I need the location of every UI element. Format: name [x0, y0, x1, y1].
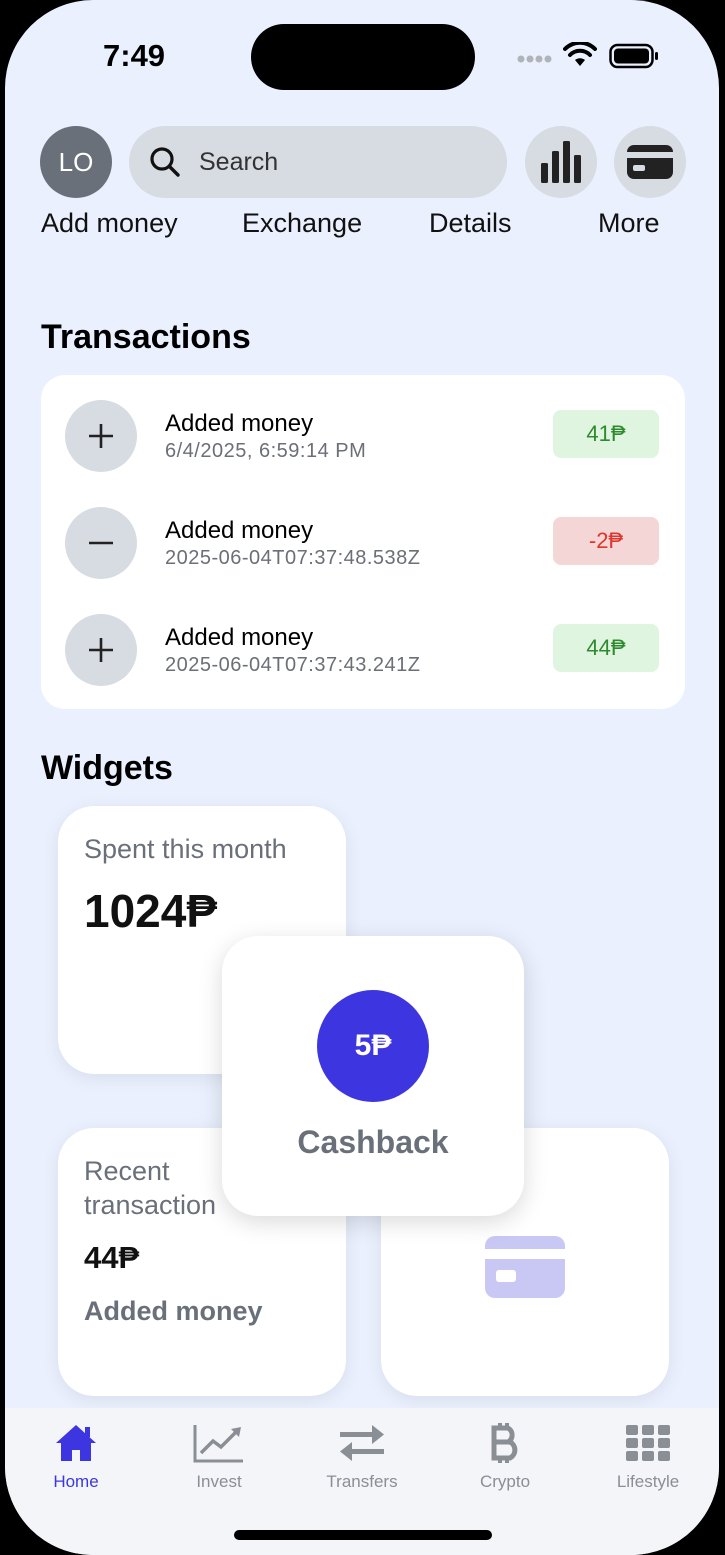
- cashback-label: Cashback: [297, 1124, 449, 1160]
- tab-label: Transfers: [326, 1472, 398, 1491]
- bar-chart-icon: [541, 141, 581, 183]
- quick-actions: Add money Exchange Details More: [5, 208, 719, 248]
- transaction-amount: 41₱: [553, 410, 659, 458]
- card-icon: [627, 145, 673, 179]
- signal-icon: [517, 55, 552, 63]
- transaction-date: 2025-06-04T07:37:48.538Z: [165, 547, 421, 569]
- top-header: LO: [5, 126, 719, 200]
- search-input[interactable]: [197, 146, 481, 178]
- home-indicator[interactable]: [234, 1530, 492, 1540]
- transaction-row[interactable]: Added money 2025-06-04T07:37:48.538Z -2₱: [41, 507, 685, 614]
- wifi-icon: [563, 42, 597, 66]
- exchange-button[interactable]: Exchange: [242, 208, 362, 239]
- transaction-title: Added money: [165, 410, 314, 437]
- recent-label-line2: transaction: [84, 1190, 217, 1220]
- status-time: 7:49: [103, 38, 166, 73]
- plus-icon: [65, 614, 137, 686]
- search-icon: [150, 147, 180, 177]
- transaction-date: 2025-06-04T07:37:43.241Z: [165, 654, 421, 676]
- add-money-button[interactable]: Add money: [41, 208, 178, 239]
- transfer-icon: [340, 1425, 384, 1461]
- recent-label-line1: Recent: [84, 1156, 170, 1186]
- transactions-card: Added money 6/4/2025, 6:59:14 PM 41₱ Add…: [41, 375, 685, 709]
- dynamic-island: [251, 24, 475, 90]
- tab-label: Lifestyle: [616, 1472, 680, 1491]
- transaction-row[interactable]: Added money 6/4/2025, 6:59:14 PM 41₱: [41, 400, 685, 507]
- chart-line-icon: [193, 1425, 243, 1463]
- spent-label: Spent this month: [84, 834, 287, 864]
- tab-label: Home: [53, 1472, 99, 1491]
- search-bar[interactable]: [129, 126, 507, 198]
- home-icon: [56, 1425, 96, 1461]
- tab-label: Crypto: [479, 1472, 531, 1491]
- status-bar: 7:49: [5, 0, 719, 110]
- card-icon: [485, 1236, 565, 1298]
- transaction-amount: -2₱: [553, 517, 659, 565]
- transaction-amount: 44₱: [553, 624, 659, 672]
- battery-icon: [609, 43, 658, 69]
- tab-label: Invest: [196, 1472, 242, 1491]
- cashback-widget[interactable]: 5₱ Cashback: [222, 936, 524, 1216]
- transaction-row[interactable]: Added money 2025-06-04T07:37:43.241Z 44₱: [41, 614, 685, 721]
- cashback-value: 5₱: [317, 990, 429, 1102]
- transaction-title: Added money: [165, 517, 314, 544]
- minus-icon: [65, 507, 137, 579]
- details-button[interactable]: Details: [429, 208, 512, 239]
- more-button[interactable]: More: [598, 208, 660, 239]
- plus-icon: [65, 400, 137, 472]
- transaction-date: 6/4/2025, 6:59:14 PM: [165, 440, 367, 462]
- bitcoin-icon: [491, 1423, 518, 1463]
- tab-home[interactable]: Home: [21, 1420, 131, 1492]
- tab-crypto[interactable]: Crypto: [450, 1420, 560, 1492]
- avatar[interactable]: LO: [40, 126, 112, 198]
- transactions-title: Transactions: [41, 318, 251, 356]
- transaction-title: Added money: [165, 624, 314, 651]
- tab-invest[interactable]: Invest: [164, 1420, 274, 1492]
- stats-button[interactable]: [525, 126, 597, 198]
- recent-value: 44₱: [84, 1240, 140, 1275]
- cards-button[interactable]: [614, 126, 686, 198]
- grid-icon: [626, 1425, 670, 1461]
- tab-lifestyle[interactable]: Lifestyle: [593, 1420, 703, 1492]
- recent-description: Added money: [84, 1296, 263, 1326]
- phone-screen: 7:49 LO Search Add money Exchange Detail…: [5, 0, 719, 1555]
- spent-value: 1024₱: [84, 885, 218, 937]
- tab-transfers[interactable]: Transfers: [307, 1420, 417, 1492]
- widgets-title: Widgets: [41, 749, 173, 787]
